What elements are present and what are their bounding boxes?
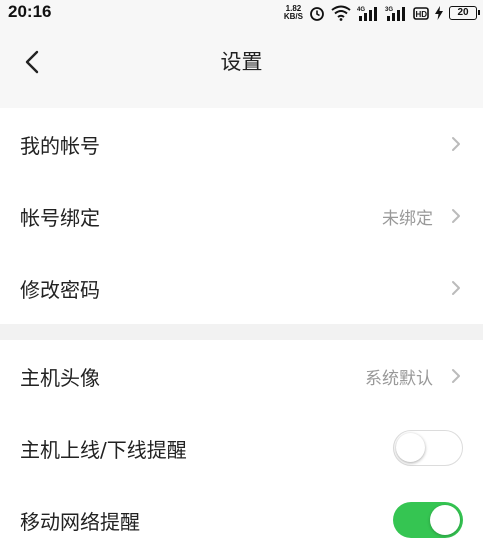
signal-4g-icon: 4G — [357, 7, 377, 21]
battery-level: 20 — [457, 7, 469, 18]
svg-text:4G: 4G — [357, 7, 365, 13]
account-settings-group: 我的帐号 帐号绑定 未绑定 修改密码 — [0, 108, 483, 324]
wifi-icon — [331, 5, 351, 21]
toggle-knob — [396, 433, 425, 462]
hd-icon: HD — [413, 7, 429, 20]
settings-row-account-binding[interactable]: 帐号绑定 未绑定 — [0, 180, 483, 252]
row-label: 移动网络提醒 — [20, 509, 140, 534]
net-speed: 1.82 KB/S — [283, 4, 303, 21]
nav-bar: 设置 — [0, 26, 483, 108]
host-online-alert-toggle[interactable] — [393, 430, 463, 466]
settings-row-mobile-network-alert: 移动网络提醒 — [0, 484, 483, 556]
svg-text:3G: 3G — [385, 7, 393, 13]
row-label: 主机上线/下线提醒 — [20, 437, 187, 462]
mobile-network-alert-toggle[interactable] — [393, 502, 463, 538]
status-icons: 1.82 KB/S 4G 3G HD 20 — [283, 4, 480, 22]
chevron-right-icon — [452, 369, 460, 383]
alarm-icon — [310, 7, 324, 21]
charging-icon — [435, 6, 443, 20]
signal-3g-icon: 3G — [385, 7, 405, 21]
settings-row-my-account[interactable]: 我的帐号 — [0, 108, 483, 180]
chevron-right-icon — [452, 137, 460, 151]
page-title: 设置 — [220, 50, 263, 74]
settings-row-change-password[interactable]: 修改密码 — [0, 252, 483, 324]
svg-text:HD: HD — [416, 10, 428, 19]
status-time: 20:16 — [8, 2, 52, 21]
status-bar: 20:16 1.82 KB/S 4G 3G HD 20 — [0, 0, 483, 26]
row-label: 我的帐号 — [20, 133, 100, 158]
chevron-right-icon — [452, 281, 460, 295]
settings-row-host-avatar[interactable]: 主机头像 系统默认 — [0, 340, 483, 412]
row-label: 主机头像 — [20, 365, 100, 390]
toggle-knob — [430, 505, 460, 535]
row-value: 系统默认 — [365, 368, 433, 389]
settings-row-host-online-alert: 主机上线/下线提醒 — [0, 412, 483, 484]
battery-icon: 20 — [449, 6, 480, 20]
row-label: 修改密码 — [20, 277, 100, 302]
row-value: 未绑定 — [382, 208, 433, 229]
chevron-right-icon — [452, 209, 460, 223]
row-label: 帐号绑定 — [20, 205, 100, 230]
